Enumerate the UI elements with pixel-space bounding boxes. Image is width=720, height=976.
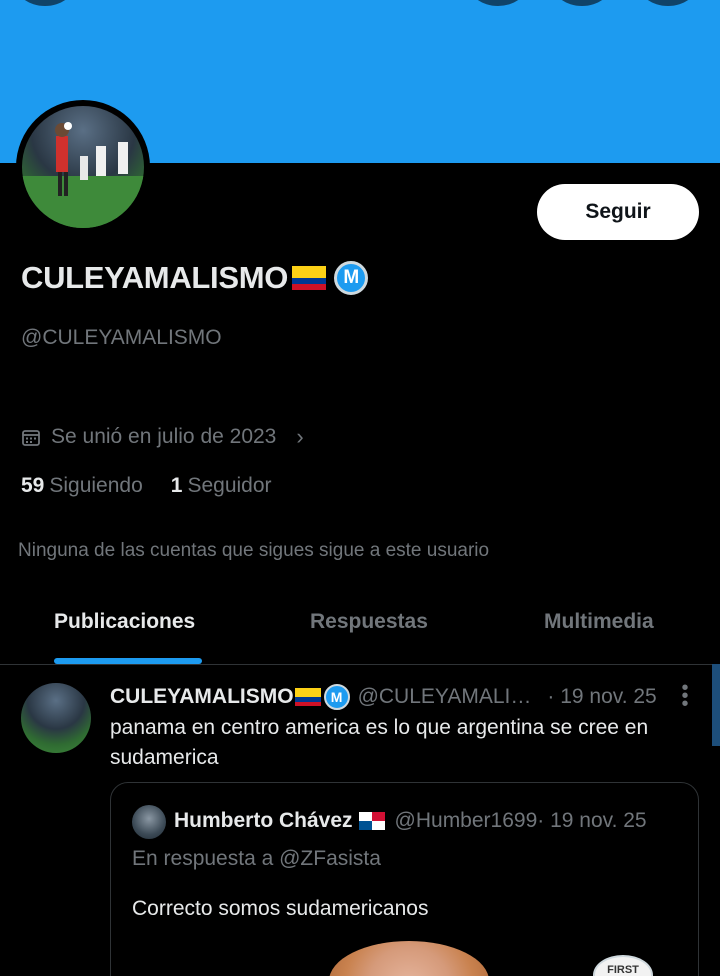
colombia-flag-icon [294, 688, 321, 706]
tab-respuestas[interactable]: Respuestas [310, 610, 428, 634]
joined-date[interactable]: Se unió en julio de 2023 › [21, 424, 304, 450]
share-button[interactable] [552, 0, 612, 6]
profile-page: Seguir CULEYAMALISMO M @CULEYAMALISMO Se… [0, 0, 720, 976]
quote-timestamp: · 19 nov. 25 [537, 809, 647, 832]
post-author-name[interactable]: CULEYAMALISMO [110, 685, 294, 709]
colombia-flag-icon [292, 266, 327, 290]
following-link[interactable]: 59 Siguiendo [21, 474, 143, 498]
post-header: CULEYAMALISMO M @CULEYAMALI… · 19 nov. 2… [110, 684, 710, 710]
quote-author-name: Humberto Chávez [174, 809, 353, 832]
calendar-icon [22, 430, 40, 446]
quote-text: Correcto somos sudamericanos [132, 897, 429, 920]
tab-publicaciones[interactable]: Publicaciones [54, 610, 195, 634]
quote-header: Humberto Chávez @Humber1699 · 19 nov. 25 [174, 809, 647, 833]
mutual-followers-text: Ninguna de las cuentas que sigues sigue … [18, 540, 490, 561]
profile-tabs: Publicaciones Respuestas Multimedia [0, 590, 720, 665]
followers-count: 1 [170, 474, 183, 497]
chevron-right-icon: › [296, 424, 304, 449]
profile-handle: @CULEYAMALISMO [21, 326, 222, 349]
quote-author-avatar [132, 805, 166, 839]
profile-display-name: CULEYAMALISMO M [21, 260, 369, 296]
quote-reply-to: En respuesta a @ZFasista [132, 847, 381, 870]
panama-flag-icon [358, 812, 385, 830]
quote-stamp-image: FIRST [593, 955, 653, 976]
profile-avatar-image [22, 106, 144, 228]
display-name-text: CULEYAMALISMO [21, 260, 289, 295]
follow-stats: 59 Siguiendo 1 Seguidor [21, 474, 272, 498]
joined-text: Se unió en julio de 2023 [51, 425, 277, 448]
more-button[interactable] [638, 0, 698, 6]
scrollbar[interactable] [712, 664, 720, 746]
follow-button[interactable]: Seguir [537, 184, 699, 240]
post-author-avatar[interactable] [21, 683, 91, 753]
post-author-handle[interactable]: @CULEYAMALI… [358, 685, 532, 709]
following-count: 59 [21, 474, 45, 497]
following-label: Siguiendo [49, 474, 143, 497]
followers-label: Seguidor [187, 474, 272, 497]
avatar-photo-icon [22, 122, 144, 228]
post-timestamp[interactable]: · 19 nov. 25 [547, 685, 656, 709]
post-text: panama en centro america es lo que argen… [110, 716, 649, 769]
back-button[interactable] [15, 0, 75, 6]
verified-m-badge-icon: M [334, 261, 369, 295]
profile-avatar[interactable] [16, 100, 150, 234]
quote-author-handle: @Humber1699 [394, 809, 538, 832]
tab-multimedia[interactable]: Multimedia [544, 610, 654, 634]
quote-media-image [329, 941, 489, 976]
search-button[interactable] [468, 0, 528, 6]
verified-m-badge-icon: M [323, 684, 350, 710]
active-tab-indicator [54, 658, 202, 664]
quoted-post[interactable]: Humberto Chávez @Humber1699 · 19 nov. 25… [110, 782, 699, 976]
more-vertical-icon[interactable]: • • • [676, 678, 694, 714]
followers-link[interactable]: 1 Seguidor [171, 474, 272, 498]
